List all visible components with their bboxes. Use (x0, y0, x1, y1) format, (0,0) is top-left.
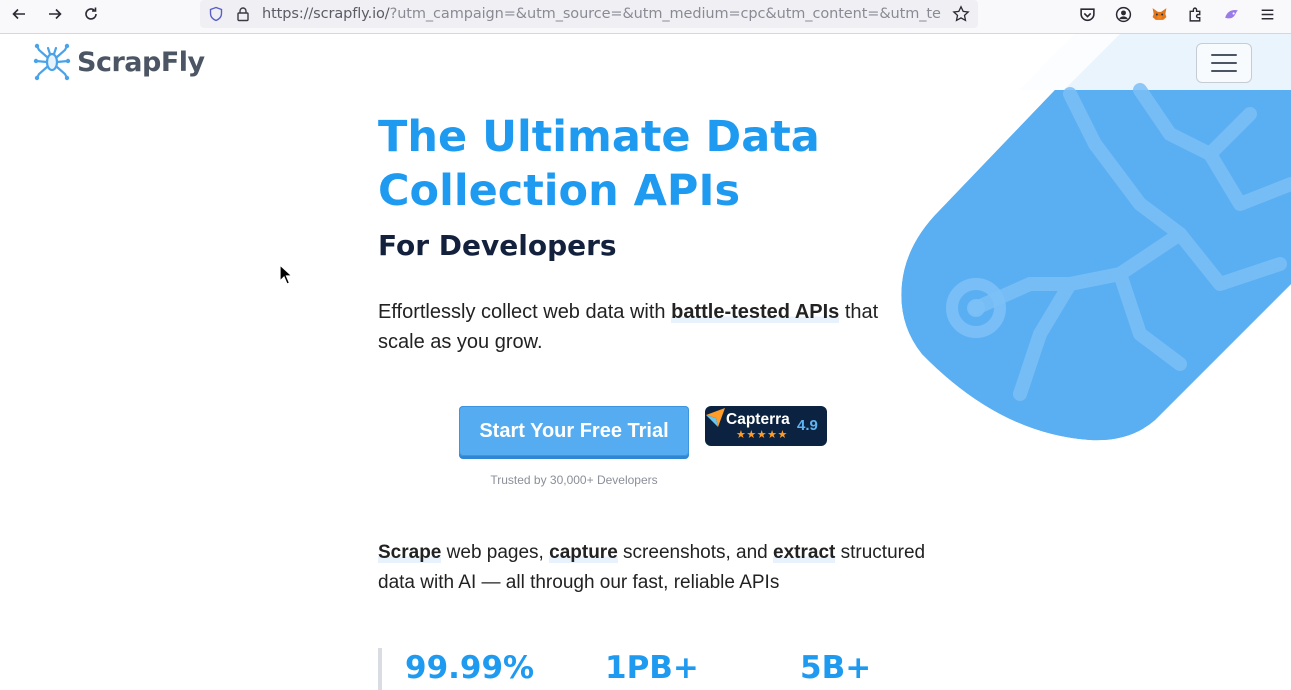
pocket-button[interactable] (1077, 4, 1097, 24)
start-free-trial-button[interactable]: Start Your Free Trial (459, 406, 689, 456)
forward-button[interactable] (41, 3, 69, 25)
hamburger-icon-line (1211, 54, 1237, 56)
hero-description: Effortlessly collect web data with battl… (378, 297, 898, 357)
pocket-icon (1079, 7, 1095, 21)
hero-circuit-graphic (901, 34, 1291, 441)
browser-toolbar: https://scrapfly.io/?utm_campaign=&utm_s… (0, 0, 1291, 34)
feature-keyword: Scrape (378, 542, 442, 563)
capterra-badge[interactable]: Capterra ★★★★★ 4.9 (705, 406, 827, 446)
stat-requests: 5B+ (800, 650, 872, 686)
url-host: https://scrapfly.io/ (262, 6, 390, 22)
stats-row: 99.99% 1PB+ 5B+ (378, 648, 938, 690)
capterra-name: Capterra (726, 411, 790, 428)
hero-subtitle: For Developers (378, 229, 617, 262)
stat-uptime: 99.99% (405, 650, 535, 686)
logo-wordmark: ScrapFly (77, 46, 205, 78)
extensions-button[interactable] (1185, 4, 1205, 24)
reload-icon (85, 7, 97, 20)
hamburger-menu-button[interactable] (1196, 43, 1252, 83)
extensions-icon (1188, 7, 1200, 22)
stat-data-volume: 1PB+ (605, 650, 699, 686)
features-text: screenshots, and (617, 542, 774, 563)
spider-logo-icon (33, 43, 71, 81)
hero-title-line: The Ultimate Data (378, 112, 820, 162)
back-button[interactable] (5, 3, 33, 25)
account-icon (1115, 6, 1131, 22)
features-text: web pages, (441, 542, 550, 563)
features-summary: Scrape web pages, capture screenshots, a… (378, 538, 938, 598)
custom-extension-icon (1224, 9, 1238, 18)
hero-title: The Ultimate Data Collection APIs (378, 110, 898, 218)
bookmark-star-icon[interactable] (952, 5, 970, 23)
trusted-by-text: Trusted by 30,000+ Developers (490, 473, 658, 487)
app-menu-button[interactable] (1257, 4, 1277, 24)
metamask-button[interactable] (1149, 4, 1169, 24)
hamburger-icon-line (1211, 70, 1237, 72)
capterra-score: 4.9 (797, 417, 818, 434)
capterra-arrow-icon (706, 408, 725, 427)
url-query: ?utm_campaign=&utm_source=&utm_medium=cp… (389, 6, 942, 22)
mouse-pointer-icon (279, 264, 293, 285)
arrow-left-icon (12, 8, 25, 20)
url-text[interactable]: https://scrapfly.io/?utm_campaign=&utm_s… (262, 6, 942, 24)
reload-button[interactable] (77, 3, 105, 25)
scrapfly-logo[interactable]: ScrapFly (33, 42, 205, 82)
feature-keyword: extract (773, 542, 836, 563)
lock-icon[interactable] (235, 6, 251, 22)
arrow-right-icon (49, 8, 62, 20)
tracking-protection-shield-icon[interactable] (208, 6, 224, 22)
metamask-icon (1152, 7, 1166, 20)
custom-extension-button[interactable] (1221, 4, 1241, 24)
page-viewport: ScrapFly The Ultimate Data Collection AP… (0, 34, 1291, 690)
account-button[interactable] (1113, 4, 1133, 24)
menu-icon (1261, 8, 1273, 20)
hero-title-line: Collection APIs (378, 166, 741, 216)
feature-keyword: capture (549, 542, 618, 563)
address-bar[interactable]: https://scrapfly.io/?utm_campaign=&utm_s… (200, 0, 978, 28)
capterra-stars: ★★★★★ (736, 429, 788, 441)
hero-desc-text: Effortlessly collect web data with (378, 301, 672, 323)
hamburger-icon-line (1211, 62, 1237, 64)
hero-desc-highlight: battle-tested APIs (671, 301, 840, 323)
